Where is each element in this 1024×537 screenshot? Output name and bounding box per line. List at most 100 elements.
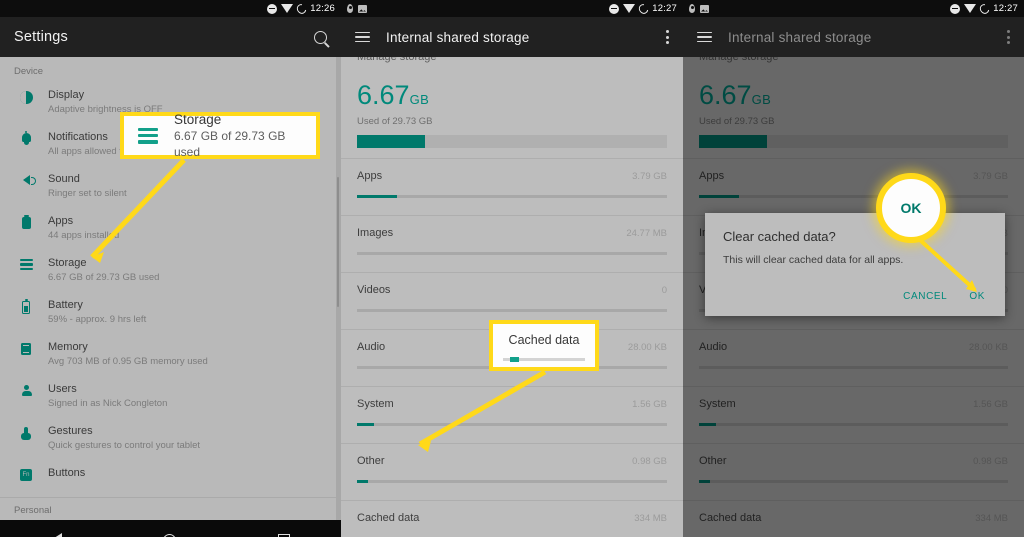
list-item-subtitle: 44 apps installed: [48, 230, 120, 241]
storage-row-system[interactable]: System 1.56 GB: [341, 387, 683, 444]
status-bar-1: 12:26: [0, 0, 341, 17]
scrollbar-thumb[interactable]: [336, 177, 339, 307]
three-panel-screenshot: 12:26 Settings Device Display Adaptive b…: [0, 0, 1024, 537]
storage-icon: [138, 127, 158, 144]
dialog-message: This will clear cached data for all apps…: [723, 254, 904, 266]
callout-title: Storage: [174, 112, 222, 127]
category-bar: [357, 252, 667, 255]
storage-row-cached-data[interactable]: Cached data 334 MB: [341, 501, 683, 537]
manage-storage-text: Manage storage: [357, 57, 437, 63]
cancel-button[interactable]: CANCEL: [903, 291, 947, 302]
category-bar: [357, 195, 667, 198]
category-name: Cached data: [357, 512, 420, 524]
hamburger-icon[interactable]: [697, 31, 712, 43]
dialog-title: Clear cached data?: [723, 229, 836, 244]
do-not-disturb-icon: [609, 3, 620, 14]
list-item-title: Users: [48, 383, 77, 395]
callout-ok: OK: [876, 173, 946, 243]
storage-summary: 6.67GB Used of 29.73 GB: [341, 67, 683, 159]
search-icon[interactable]: [314, 30, 327, 44]
manage-storage-label: Manage storage: [341, 57, 683, 67]
storage-row-other[interactable]: Other 0.98 GB: [341, 444, 683, 501]
list-item-title: Memory: [48, 341, 88, 353]
list-item-title: Storage: [48, 257, 87, 269]
apps-icon: [21, 215, 31, 229]
app-bar-storage: Internal shared storage: [341, 17, 683, 57]
overflow-menu-icon[interactable]: [666, 30, 669, 44]
used-of-total: Used of 29.73 GB: [357, 116, 433, 127]
page-title: Internal shared storage: [728, 29, 872, 45]
sidebar-item-memory[interactable]: Memory Avg 703 MB of 0.95 GB memory used: [0, 333, 341, 375]
panel-clear-cache-dialog: 12:27 Internal shared storage Manage sto…: [683, 0, 1024, 537]
buttons-icon: Fn: [20, 469, 32, 481]
location-pin-icon: [347, 4, 353, 13]
navigation-bar-1: [0, 520, 341, 537]
sidebar-item-users[interactable]: Users Signed in as Nick Congleton: [0, 375, 341, 417]
overflow-menu-icon[interactable]: [1007, 30, 1010, 44]
ok-button[interactable]: OK: [969, 291, 985, 302]
total-usage-bar: [357, 135, 667, 148]
category-value: 1.56 GB: [632, 399, 667, 410]
app-bar-storage-dimmed: Internal shared storage: [683, 17, 1024, 57]
list-item-title: Apps: [48, 215, 74, 227]
wifi-icon: [623, 4, 636, 13]
callout-cached-data: Cached data: [489, 320, 599, 371]
battery-icon: [637, 1, 651, 16]
list-item-subtitle: Ringer set to silent: [48, 188, 127, 199]
category-value: 28.00 KB: [627, 342, 667, 353]
storage-list[interactable]: Manage storage 6.67GB Used of 29.73 GB A…: [341, 57, 683, 537]
panel-storage: 12:27 Internal shared storage Manage sto…: [341, 0, 683, 537]
callout-storage: Storage 6.67 GB of 29.73 GB used: [120, 112, 320, 159]
page-title: Settings: [14, 29, 68, 45]
clear-cache-dialog: Clear cached data? This will clear cache…: [705, 213, 1005, 316]
storage-row-apps[interactable]: Apps 3.79 GB: [341, 159, 683, 216]
sidebar-item-storage[interactable]: Storage 6.67 GB of 29.73 GB used: [0, 249, 341, 291]
home-icon[interactable]: [163, 533, 177, 537]
screenshot-icon: [700, 4, 709, 13]
sidebar-item-battery[interactable]: Battery 59% - approx. 9 hrs left: [0, 291, 341, 333]
status-bar-clock: 12:27: [652, 3, 677, 14]
battery-icon: [22, 298, 30, 314]
list-item-title: Gestures: [48, 425, 93, 437]
category-name: System: [357, 398, 394, 410]
callout-title: Cached data: [508, 333, 580, 347]
category-name: Images: [357, 227, 394, 239]
screenshot-icon: [358, 4, 367, 13]
used-amount: 6.67GB: [357, 81, 667, 114]
display-icon: [19, 91, 33, 104]
used-unit: GB: [409, 92, 430, 107]
app-bar-settings: Settings: [0, 17, 341, 57]
category-name: Audio: [357, 341, 386, 353]
status-bar-2: 12:27: [341, 0, 683, 17]
category-name: Apps: [357, 170, 383, 182]
used-value: 6.67: [357, 80, 410, 110]
location-pin-icon: [689, 4, 695, 13]
status-bar-clock: 12:26: [310, 3, 335, 14]
category-value: 3.79 GB: [632, 171, 667, 182]
do-not-disturb-icon: [950, 3, 961, 14]
category-bar: [357, 309, 667, 312]
category-value: 0.98 GB: [632, 456, 667, 467]
list-item-subtitle: Quick gestures to control your tablet: [48, 440, 201, 451]
category-value: 334 MB: [634, 513, 667, 524]
sidebar-item-gestures[interactable]: Gestures Quick gestures to control your …: [0, 417, 341, 459]
callout-progress-bar: [503, 357, 585, 362]
status-bar-clock: 12:27: [993, 3, 1018, 14]
sound-icon: [22, 175, 36, 185]
battery-icon: [978, 1, 992, 16]
list-item-title: Battery: [48, 299, 83, 311]
list-item-title: Sound: [48, 173, 80, 185]
sidebar-item-buttons[interactable]: Fn Buttons: [0, 459, 341, 497]
sidebar-item-apps[interactable]: Apps 44 apps installed: [0, 207, 341, 249]
callout-label: OK: [900, 200, 922, 216]
category-name: Videos: [357, 284, 391, 296]
callout-subtitle: 6.67 GB of 29.73 GB used: [174, 129, 286, 159]
storage-row-images[interactable]: Images 24.77 MB: [341, 216, 683, 273]
hamburger-icon[interactable]: [355, 31, 370, 43]
back-icon[interactable]: [50, 533, 62, 537]
bell-icon: [21, 130, 31, 145]
sidebar-item-sound[interactable]: Sound Ringer set to silent: [0, 165, 341, 207]
user-icon: [20, 385, 32, 397]
category-name: Other: [357, 455, 385, 467]
category-bar: [357, 423, 667, 426]
